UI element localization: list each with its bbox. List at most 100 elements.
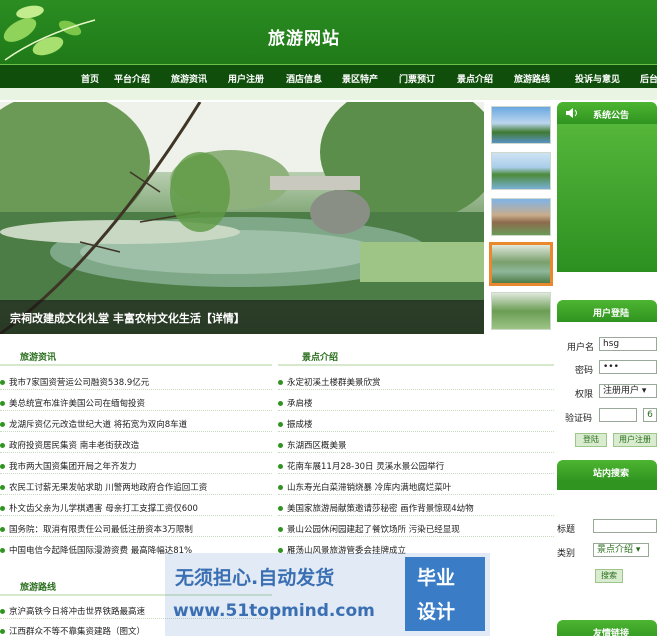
nav-item-feedback[interactable]: 投诉与意见 [575, 72, 620, 85]
password-label: 密码 [575, 366, 594, 376]
hero-caption-bar: 宗祠改建成文化礼堂 丰富农村文化生活【详情】 [0, 300, 484, 334]
row-divider [278, 473, 554, 474]
list-item[interactable]: 花南车展11月28-30日 灵溪水景公园举行 [278, 460, 554, 472]
search-panel: 站内搜索 标题 类别 景点介绍 ▾ 搜索 [557, 460, 657, 590]
watermark-banner: 无须担心.自动发货 www.51topmind.com 毕业 设计 [165, 553, 490, 636]
notice-title: 系统公告 [593, 111, 630, 121]
site-title: 旅游网站 [268, 29, 340, 49]
role-label: 权限 [575, 390, 594, 400]
captcha-image[interactable]: 6 [643, 408, 657, 422]
search-title-bar: 站内搜索 [557, 460, 657, 482]
nav-item-news[interactable]: 旅游资讯 [171, 72, 207, 85]
captcha-field[interactable] [599, 408, 637, 422]
row-divider [0, 473, 272, 474]
attractions-title: 景点介绍 [302, 353, 339, 363]
search-button[interactable]: 搜索 [595, 569, 623, 583]
notice-body [557, 124, 657, 272]
list-item[interactable]: 东湖西区概美景 [278, 439, 554, 451]
list-item[interactable]: 美总统宣布准许美国公司在缅甸投资 [0, 397, 272, 409]
bullet-icon [0, 401, 5, 406]
row-divider [0, 515, 272, 516]
row-divider [278, 536, 554, 537]
nav-item-tickets[interactable]: 门票预订 [399, 72, 435, 85]
row-divider [278, 410, 554, 411]
role-select[interactable]: 注册用户 ▾ [599, 384, 657, 398]
search-keyword-input[interactable] [593, 519, 657, 533]
login-title-bar: 用户登陆 [557, 300, 657, 322]
password-field[interactable]: ••• [599, 360, 657, 374]
list-item[interactable]: 美国家旅游局献策邀请莎秘密 画作背景惊现4幼物 [278, 502, 554, 514]
login-button[interactable]: 登陆 [575, 433, 607, 447]
attractions-divider [278, 364, 554, 366]
list-item[interactable]: 我市两大国资集团开局之年齐发力 [0, 460, 272, 472]
bullet-icon [278, 506, 283, 511]
search-title-underline [557, 482, 657, 490]
links-panel: 友情链接 [557, 620, 657, 636]
watermark-line2: www.51topmind.com [173, 601, 375, 621]
leaf-logo-icon [3, 5, 96, 61]
list-item[interactable]: 振成楼 [278, 418, 554, 430]
bullet-icon [278, 485, 283, 490]
row-divider [0, 431, 272, 432]
bullet-icon [278, 401, 283, 406]
links-title-bar: 友情链接 [557, 620, 657, 636]
bullet-icon [278, 527, 283, 532]
watermark-line1: 无须担心.自动发货 [175, 567, 335, 589]
row-divider [0, 410, 272, 411]
watermark-badge-line2: 设计 [417, 601, 456, 623]
row-divider [278, 389, 554, 390]
search-title: 站内搜索 [593, 469, 630, 479]
hero-slideshow[interactable]: 宗祠改建成文化礼堂 丰富农村文化生活【详情】 [0, 102, 484, 334]
login-panel: 用户登陆 用户名 hsg 密码 ••• 权限 注册用户 ▾ 验证码 6 登陆 用… [557, 300, 657, 456]
nav-item-register[interactable]: 用户注册 [228, 72, 264, 85]
bullet-icon [0, 422, 5, 427]
list-item[interactable]: 我市7家国资营运公司融资538.9亿元 [0, 376, 272, 388]
captcha-label: 验证码 [565, 414, 593, 424]
thumbnail-3[interactable] [491, 198, 551, 236]
username-field[interactable]: hsg [599, 337, 657, 351]
bullet-icon [278, 380, 283, 385]
search-category-label: 类别 [557, 549, 576, 559]
list-item[interactable]: 朴文齿父亲为儿学棋遇害 母亲打工支撑工资仅600 [0, 502, 272, 514]
row-divider [278, 431, 554, 432]
travel-news-title: 旅游资讯 [20, 353, 57, 363]
notice-panel: 系统公告 [557, 102, 657, 294]
hero-thumbnails [486, 102, 554, 334]
bullet-icon [278, 443, 283, 448]
list-item[interactable]: 承启楼 [278, 397, 554, 409]
nav-item-platform[interactable]: 平台介绍 [114, 72, 150, 85]
list-item[interactable]: 永定初溪土楼群美景欣赏 [278, 376, 554, 388]
nav-item-hotels[interactable]: 酒店信息 [286, 72, 322, 85]
row-divider [278, 515, 554, 516]
hero-caption[interactable]: 宗祠改建成文化礼堂 丰富农村文化生活【详情】 [10, 310, 245, 326]
list-item[interactable]: 龙湖斥资亿元改造世纪大道 将拓宽为双向8车道 [0, 418, 272, 430]
thumbnail-2[interactable] [491, 152, 551, 190]
register-button[interactable]: 用户注册 [613, 433, 657, 447]
thumbnail-1[interactable] [491, 106, 551, 144]
bullet-icon [278, 422, 283, 427]
search-category-select[interactable]: 景点介绍 ▾ [593, 543, 649, 557]
nav-band [0, 88, 657, 100]
list-item[interactable]: 山东寿光白菜滞销烧暴 冷库内满地腐烂菜叶 [278, 481, 554, 493]
bullet-icon [0, 609, 5, 614]
bullet-icon [0, 485, 5, 490]
thumbnail-4-active[interactable] [489, 242, 553, 286]
row-divider [0, 536, 272, 537]
nav-item-home[interactable]: 首页 [81, 72, 99, 85]
thumbnail-5[interactable] [491, 292, 551, 330]
row-divider [278, 452, 554, 453]
list-item[interactable]: 农民工讨薪无果发帖求助 川警两地政府合作追回工资 [0, 481, 272, 493]
watermark-badge: 毕业 设计 [405, 557, 485, 631]
search-keyword-label: 标题 [557, 525, 576, 535]
list-item[interactable]: 国务院：取消有限责任公司最低注册资本3万限制 [0, 523, 272, 535]
nav-item-routes[interactable]: 旅游路线 [514, 72, 550, 85]
nav-item-specialties[interactable]: 景区特产 [342, 72, 378, 85]
bullet-icon [278, 464, 283, 469]
main-nav: 首页 平台介绍 旅游资讯 用户注册 酒店信息 景区特产 门票预订 景点介绍 旅游… [0, 64, 657, 88]
list-item[interactable]: 景山公园休闲园建起了餐饮场所 污染已经显现 [278, 523, 554, 535]
nav-item-attractions[interactable]: 景点介绍 [457, 72, 493, 85]
speaker-icon [566, 108, 577, 118]
bullet-icon [0, 464, 5, 469]
nav-item-admin[interactable]: 后台 [640, 72, 657, 85]
list-item[interactable]: 政府投资居民集资 南丰老街获改造 [0, 439, 272, 451]
